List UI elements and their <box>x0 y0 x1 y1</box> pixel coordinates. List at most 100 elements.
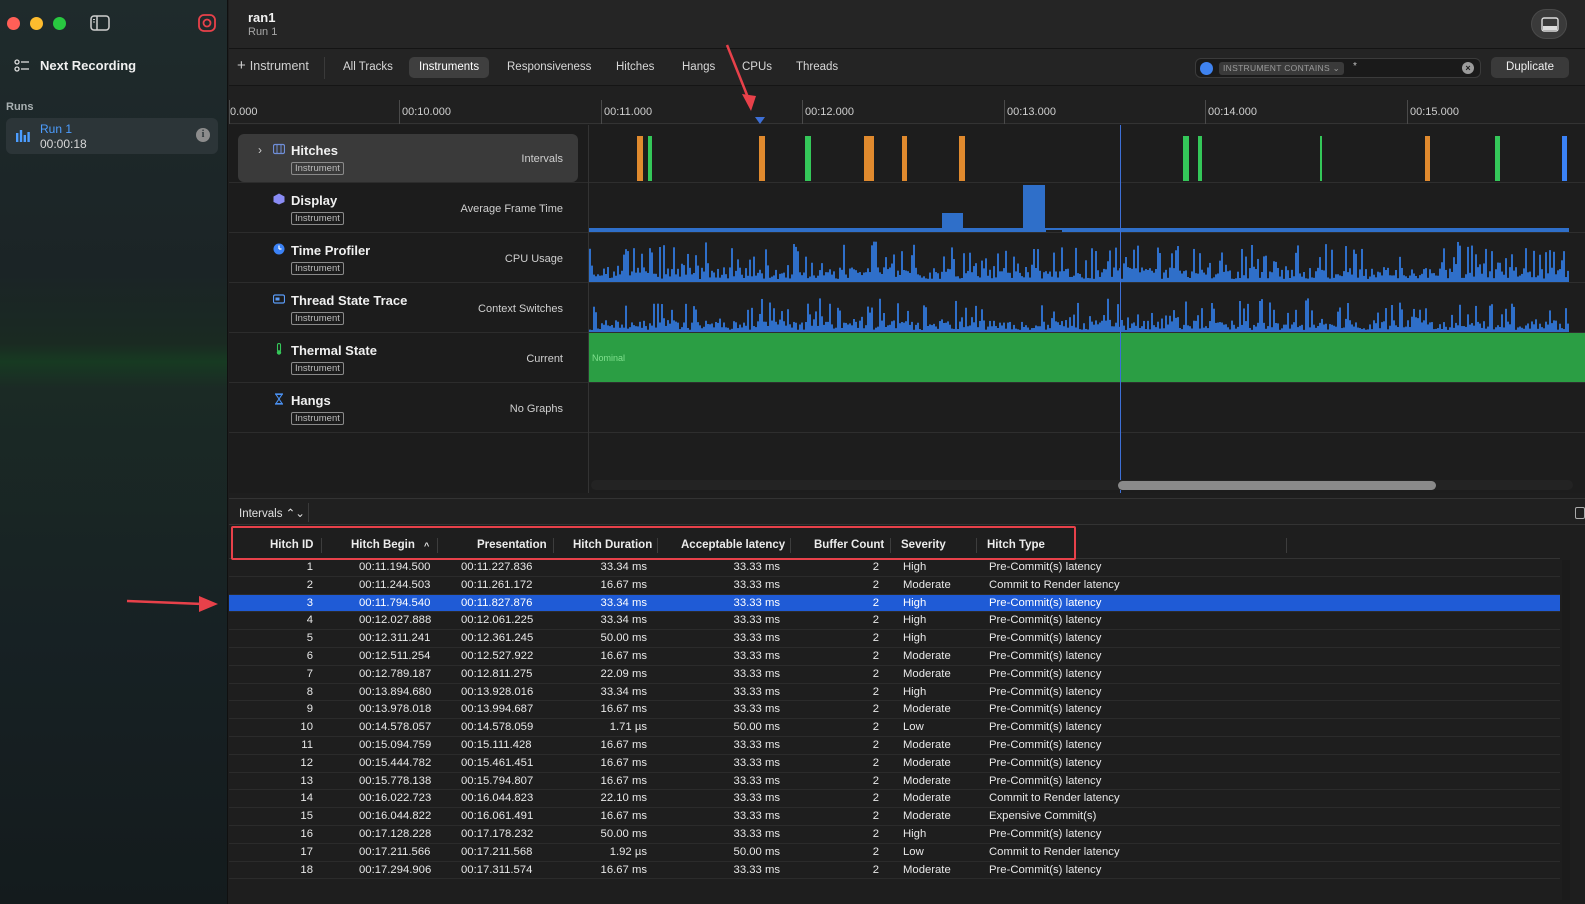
activity-bar <box>861 275 863 282</box>
thermal-state-lane[interactable]: Nominal <box>589 333 1585 383</box>
activity-bar <box>1517 276 1519 282</box>
activity-bar <box>1483 263 1485 282</box>
table-row[interactable]: 2 00:11.244.503 00:11.261.172 16.67 ms 33.33… <box>229 577 1560 595</box>
activity-bar <box>809 276 811 282</box>
sidebar-toggle-icon[interactable] <box>90 14 110 32</box>
time-ruler[interactable]: 0.000 00:10.000 00:11.000 00:12.000 00:1… <box>229 86 1585 124</box>
playhead-line[interactable] <box>1120 125 1121 493</box>
track-hangs[interactable]: Hangs Instrument No Graphs <box>229 383 588 433</box>
activity-bar <box>1377 271 1379 282</box>
table-row[interactable]: 10 00:14.578.057 00:14.578.059 1.71 µs 50.00… <box>229 719 1560 737</box>
track-thread-state-trace[interactable]: Thread State Trace Instrument Context Sw… <box>229 283 588 333</box>
cpu-usage-lane[interactable] <box>589 233 1585 283</box>
track-time-profiler[interactable]: Time Profiler Instrument CPU Usage <box>229 233 588 283</box>
table-row[interactable]: 7 00:12.789.187 00:12.811.275 22.09 ms 33.33… <box>229 666 1560 684</box>
tab-instruments[interactable]: Instruments <box>409 57 490 78</box>
track-display[interactable]: Display Instrument Average Frame Time <box>229 183 588 233</box>
table-row[interactable]: 4 00:12.027.888 00:12.061.225 33.34 ms 33.33… <box>229 612 1560 631</box>
table-row[interactable]: 18 00:17.294.906 00:17.311.574 16.67 ms 33.3… <box>229 862 1560 880</box>
activity-bar <box>1381 322 1383 332</box>
activity-bar <box>673 320 675 332</box>
tab-responsiveness[interactable]: Responsiveness <box>497 57 601 78</box>
activity-bar <box>735 270 737 282</box>
table-cell: 13 <box>300 774 313 787</box>
activity-bar <box>823 324 825 332</box>
table-row[interactable]: 13 00:15.778.138 00:15.794.807 16.67 ms 33.3… <box>229 773 1560 791</box>
horizontal-scrollbar[interactable] <box>591 480 1573 490</box>
track-detail[interactable]: Intervals <box>521 153 563 165</box>
scrollbar-thumb[interactable] <box>1118 481 1436 490</box>
extended-detail-toggle-icon[interactable] <box>1575 507 1585 519</box>
table-row[interactable]: 9 00:13.978.018 00:13.994.687 16.67 ms 33.33… <box>229 701 1560 720</box>
activity-bar <box>1023 277 1025 282</box>
activity-bar <box>1385 270 1387 282</box>
record-icon[interactable] <box>198 14 216 32</box>
tab-threads[interactable]: Threads <box>786 57 848 78</box>
activity-bar <box>1323 324 1325 332</box>
ruler-label: 00:15.000 <box>1410 106 1459 118</box>
context-switches-lane[interactable] <box>589 283 1585 333</box>
filter-field[interactable]: INSTRUMENT CONTAINS ⌄ * × <box>1195 58 1481 78</box>
filter-token[interactable]: INSTRUMENT CONTAINS ⌄ <box>1219 62 1344 75</box>
activity-bar <box>595 312 597 332</box>
disclosure-chevron-icon[interactable]: › <box>258 143 262 157</box>
track-detail[interactable]: Average Frame Time <box>460 203 563 215</box>
display-lane[interactable] <box>589 183 1585 233</box>
minimize-window-button[interactable] <box>30 17 43 30</box>
activity-bar <box>937 273 939 282</box>
track-tag: Instrument <box>291 262 344 275</box>
track-detail[interactable]: CPU Usage <box>505 253 563 265</box>
track-detail[interactable]: Context Switches <box>478 303 563 315</box>
table-row[interactable]: 16 00:17.128.228 00:17.178.232 50.00 ms 33.3… <box>229 826 1560 844</box>
vertical-scrollbar[interactable] <box>1562 560 1570 900</box>
graph-area[interactable]: Nominal <box>588 125 1585 493</box>
table-row[interactable]: 6 00:12.511.254 00:12.527.922 16.67 ms 33.33… <box>229 648 1560 666</box>
hitches-lane[interactable] <box>589 133 1585 183</box>
playhead-marker-icon[interactable] <box>755 117 765 124</box>
activity-bar <box>1097 270 1099 282</box>
clear-filter-icon[interactable]: × <box>1462 62 1474 74</box>
activity-bar <box>887 325 889 332</box>
activity-bar <box>1237 326 1239 332</box>
table-cell: 00:12.811.275 <box>461 667 533 680</box>
run-list-item[interactable]: Run 1 00:00:18 i <box>6 118 218 154</box>
tab-all-tracks[interactable]: All Tracks <box>333 57 403 78</box>
table-row[interactable]: 1 00:11.194.500 00:11.227.836 33.34 ms 33.33… <box>229 559 1560 577</box>
add-instrument-button[interactable]: + Instrument <box>237 58 309 73</box>
table-row[interactable]: 5 00:12.311.241 00:12.361.245 50.00 ms 33.33… <box>229 630 1560 648</box>
table-row[interactable]: 11 00:15.094.759 00:15.111.428 16.67 ms 33.3… <box>229 737 1560 755</box>
activity-bar <box>1069 276 1071 282</box>
track-detail[interactable]: No Graphs <box>510 403 563 415</box>
activity-bar <box>959 321 961 332</box>
track-thermal-state[interactable]: Thermal State Instrument Current <box>229 333 588 383</box>
zoom-window-button[interactable] <box>53 17 66 30</box>
track-hitches[interactable]: › Hitches Instrument Intervals <box>229 133 588 183</box>
next-recording-item[interactable]: Next Recording <box>14 58 136 73</box>
tab-hitches[interactable]: Hitches <box>606 57 664 78</box>
hangs-lane[interactable] <box>589 383 1585 433</box>
table-row[interactable]: 8 00:13.894.680 00:13.928.016 33.34 ms 33.33… <box>229 684 1560 702</box>
table-row[interactable]: 3 00:11.794.540 00:11.827.876 33.34 ms 33.33… <box>229 594 1560 613</box>
activity-bar <box>1087 329 1089 332</box>
table-row[interactable]: 15 00:16.044.822 00:16.061.491 16.67 ms 33.3… <box>229 808 1560 826</box>
activity-bar <box>1557 329 1559 332</box>
table-row[interactable]: 12 00:15.444.782 00:15.461.451 16.67 ms 33.3… <box>229 755 1560 773</box>
activity-bar <box>1091 321 1093 332</box>
tab-hangs[interactable]: Hangs <box>672 57 725 78</box>
close-window-button[interactable] <box>7 17 20 30</box>
activity-bar <box>757 321 759 332</box>
activity-bar <box>1239 278 1241 282</box>
activity-bar <box>677 322 679 332</box>
activity-bar <box>1455 264 1457 282</box>
inspector-toggle-button[interactable] <box>1531 9 1567 39</box>
detail-view-selector[interactable]: Intervals ⌃⌄ <box>239 506 305 520</box>
activity-bar <box>1183 271 1185 282</box>
table-row[interactable]: 14 00:16.022.723 00:16.044.823 22.10 ms 33.3… <box>229 790 1560 809</box>
track-detail[interactable]: Current <box>526 353 563 365</box>
table-row[interactable]: 17 00:17.211.566 00:17.211.568 1.92 µs 50.00… <box>229 844 1560 862</box>
activity-bar <box>1241 324 1243 332</box>
activity-bar <box>641 327 643 332</box>
table-cell: 50.00 ms <box>733 721 780 734</box>
info-icon[interactable]: i <box>196 128 210 142</box>
duplicate-button[interactable]: Duplicate <box>1491 57 1569 78</box>
